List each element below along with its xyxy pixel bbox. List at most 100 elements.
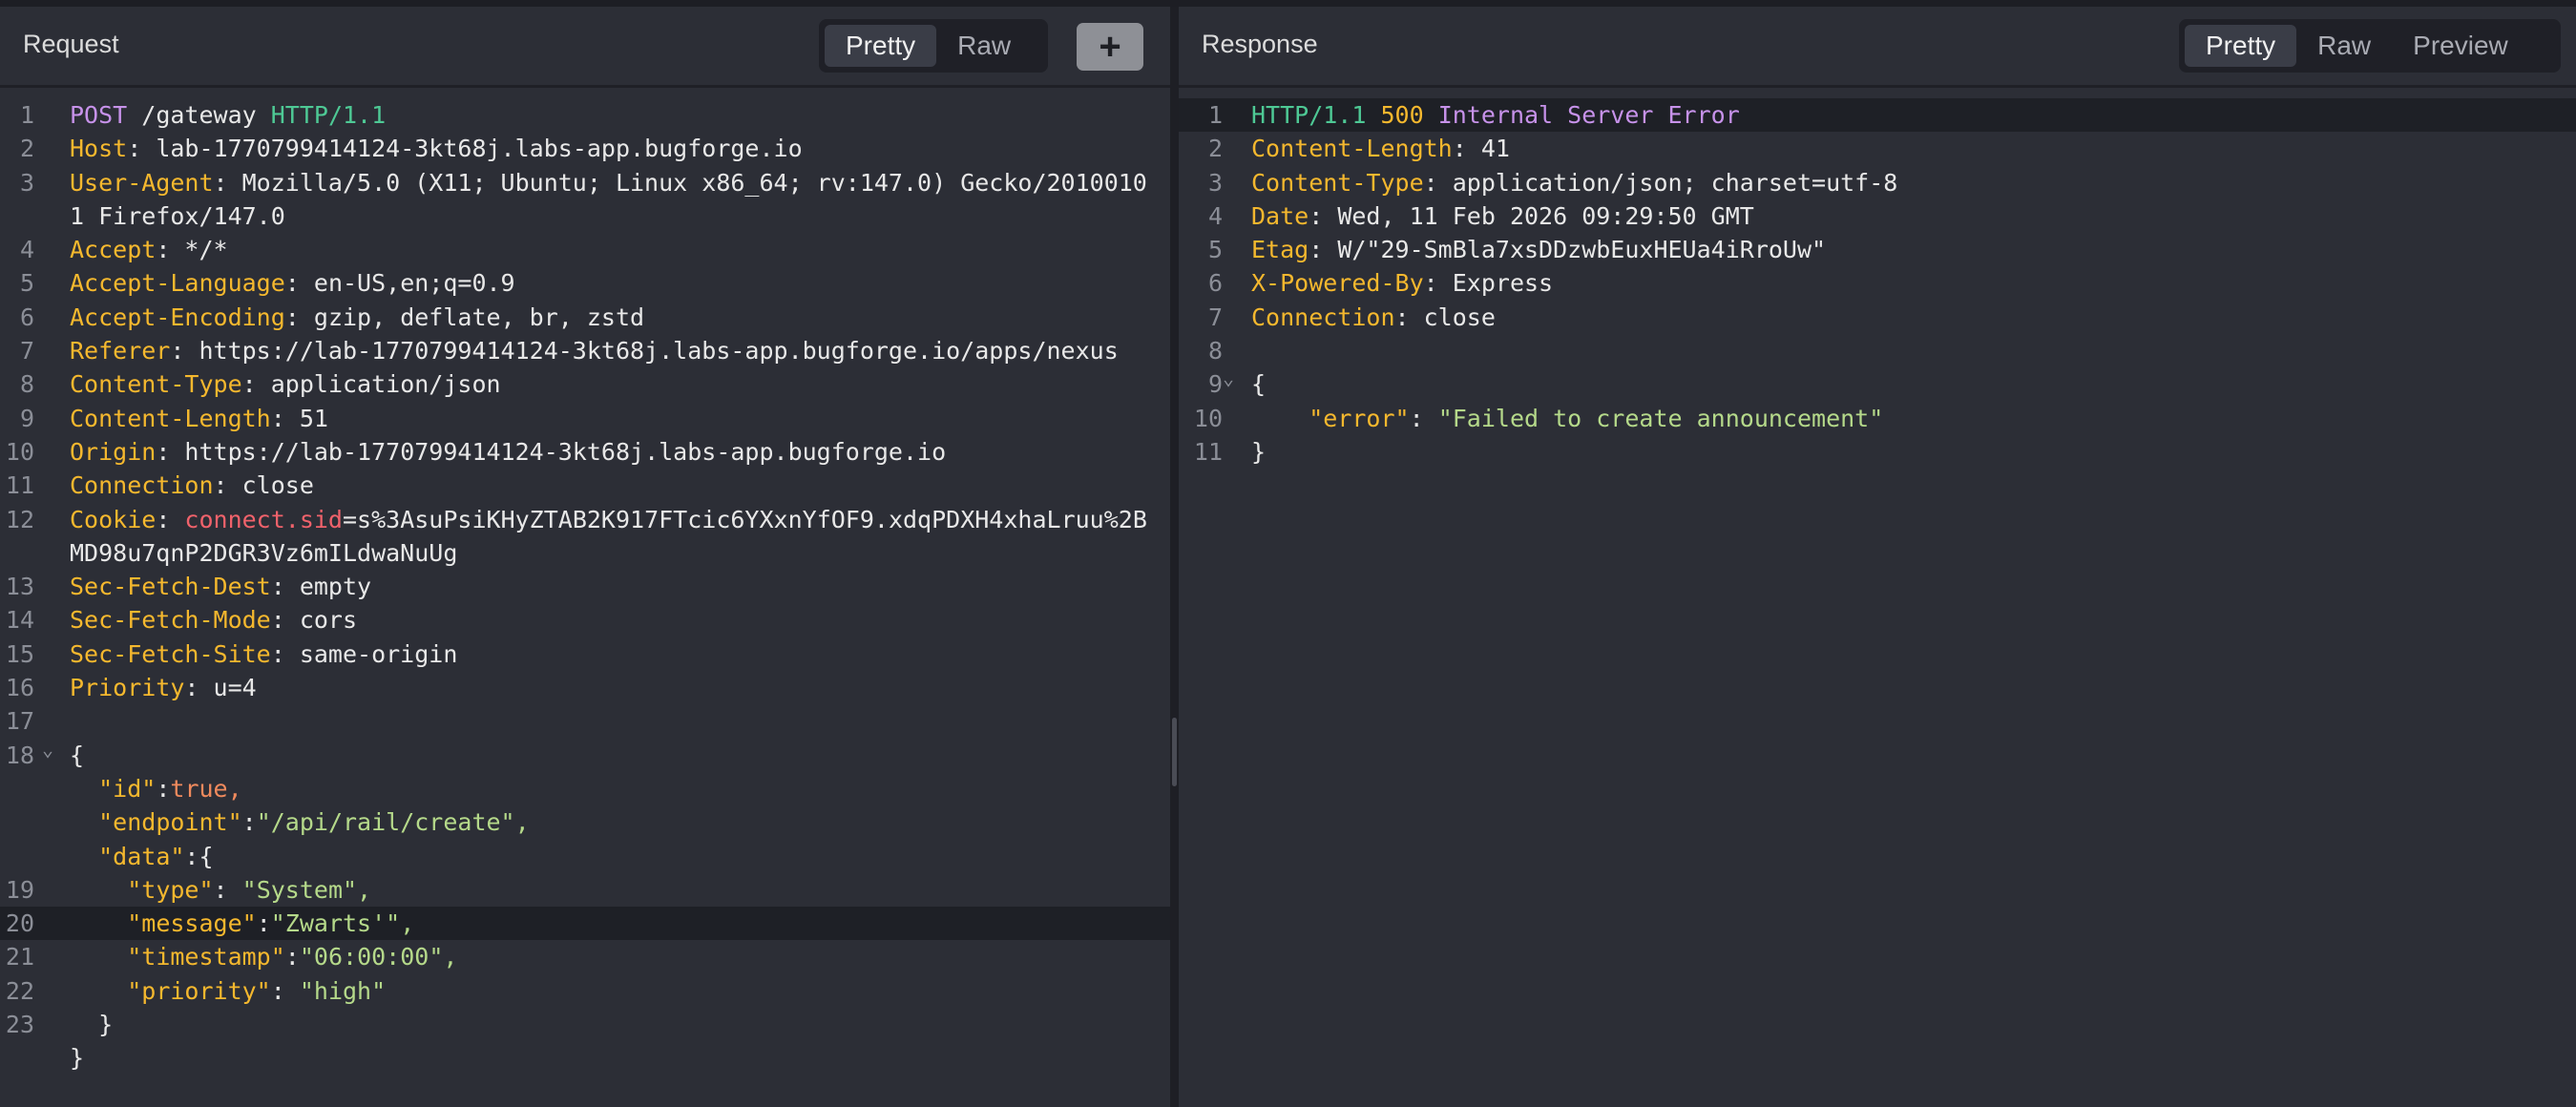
header-name: Content-Length xyxy=(1251,135,1453,163)
response-code-line[interactable]: 8 xyxy=(1179,334,2576,367)
request-code-line[interactable]: 17 xyxy=(0,704,1170,738)
pane-splitter[interactable] xyxy=(1170,7,1179,1107)
header-name: Priority xyxy=(70,674,185,702)
request-code-line[interactable]: 5 Accept-Language: en-US,en;q=0.9 xyxy=(0,266,1170,300)
request-code-line[interactable]: 10 Origin: https://lab-1770799414124-3kt6… xyxy=(0,435,1170,469)
response-view-toggle: Pretty Raw Preview xyxy=(2179,19,2561,73)
request-code-line[interactable]: 14 Sec-Fetch-Mode: cors xyxy=(0,603,1170,637)
request-code-line[interactable]: 1 POST /gateway HTTP/1.1 xyxy=(0,98,1170,132)
header-value: application/json xyxy=(270,370,501,399)
response-tab-pretty[interactable]: Pretty xyxy=(2185,25,2297,67)
header-name: Accept-Encoding xyxy=(70,303,285,331)
response-tab-preview[interactable]: Preview xyxy=(2392,25,2529,67)
json-token: "id" xyxy=(98,774,157,803)
header-name: Sec-Fetch-Dest xyxy=(70,573,271,601)
request-code-line[interactable]: 4 Accept: */* xyxy=(0,233,1170,266)
request-code-line[interactable]: 8 Content-Type: application/json xyxy=(0,367,1170,401)
request-code-line[interactable]: 18 ⌄{ xyxy=(0,738,1170,772)
line-text: Origin: https://lab-1770799414124-3kt68j… xyxy=(70,435,946,469)
request-code-line[interactable]: 9 Content-Length: 51 xyxy=(0,402,1170,435)
request-tab-pretty[interactable]: Pretty xyxy=(825,25,937,67)
line-text: POST /gateway HTTP/1.1 xyxy=(70,98,386,132)
response-code-line[interactable]: 9 ⌄{ xyxy=(1179,366,2576,401)
header-name: Connection xyxy=(1251,303,1395,331)
request-code-line[interactable]: 3 User-Agent: Mozilla/5.0 (X11; Ubuntu; L… xyxy=(0,166,1170,199)
json-token: } xyxy=(98,1011,114,1039)
response-code-line[interactable]: 3 Content-Type: application/json; charset… xyxy=(1179,166,2576,199)
response-code-line[interactable]: 2 Content-Length: 41 xyxy=(1179,132,2576,165)
json-token: true, xyxy=(170,774,242,803)
request-code-line[interactable]: "id":true, xyxy=(0,772,1170,805)
splitter-handle[interactable] xyxy=(1172,718,1177,786)
response-code-line[interactable]: 4 Date: Wed, 11 Feb 2026 09:29:50 GMT xyxy=(1179,199,2576,233)
line-text: Connection: close xyxy=(1251,301,1496,334)
response-code-line[interactable]: 5 Etag: W/"29-SmBla7xsDDzwbEuxHEUa4iRroUw… xyxy=(1179,233,2576,266)
status-reason: Internal Server Error xyxy=(1437,101,1740,129)
response-code-line[interactable]: 11} xyxy=(1179,435,2576,469)
request-view-toggle: Pretty Raw xyxy=(819,19,1048,73)
request-code-line[interactable]: "endpoint":"/api/rail/create", xyxy=(0,805,1170,839)
response-editor[interactable]: 1 HTTP/1.1 500 Internal Server Error 2 Cont… xyxy=(1179,98,2576,469)
response-code-line[interactable]: 6 X-Powered-By: Express xyxy=(1179,266,2576,300)
line-number: 3 xyxy=(19,168,34,197)
header-separator: : xyxy=(1394,303,1424,331)
line-number: 18 xyxy=(5,741,34,769)
request-code-line[interactable]: 2 Host: lab-1770799414124-3kt68j.labs-app… xyxy=(0,132,1170,165)
line-text: "priority": "high" xyxy=(70,974,386,1008)
line-text: Accept-Language: en-US,en;q=0.9 xyxy=(70,266,515,300)
response-code-line[interactable]: 7 Connection: close xyxy=(1179,301,2576,334)
line-number: 8 xyxy=(1207,337,1223,366)
request-tab-raw[interactable]: Raw xyxy=(936,25,1032,67)
header-value: same-origin xyxy=(299,639,458,668)
request-code-line[interactable]: "data":{ xyxy=(0,840,1170,873)
line-number: 5 xyxy=(19,269,34,298)
request-code-line[interactable]: 21 "timestamp":"06:00:00", xyxy=(0,940,1170,973)
request-code-line[interactable]: 19 "type": "System", xyxy=(0,873,1170,907)
header-separator: : xyxy=(241,370,271,399)
request-code-line[interactable]: 13 Sec-Fetch-Dest: empty xyxy=(0,570,1170,603)
line-number: 1 xyxy=(1207,101,1223,129)
json-token: "type" xyxy=(127,875,214,904)
http-version: HTTP/1.1 xyxy=(1251,101,1367,129)
request-code-line[interactable]: 12 Cookie: connect.sid=s%3AsuPsiKHyZTAB2K… xyxy=(0,503,1170,536)
fold-chevron-icon[interactable]: ⌄ xyxy=(1223,362,1234,395)
line-number: 9 xyxy=(1207,370,1223,399)
line-number: 14 xyxy=(5,606,34,635)
line-number: 2 xyxy=(19,135,34,163)
header-name: Content-Type xyxy=(70,370,242,399)
request-code-line[interactable]: 7 Referer: https://lab-1770799414124-3kt6… xyxy=(0,334,1170,367)
response-pane: Response Pretty Raw Preview 1 HTTP/1.1 50… xyxy=(1179,7,2576,1107)
header-value: close xyxy=(241,471,314,500)
request-code-line[interactable]: 22 "priority": "high" xyxy=(0,974,1170,1008)
request-code-line[interactable]: 11 Connection: close xyxy=(0,469,1170,502)
request-code-line[interactable]: 16 Priority: u=4 xyxy=(0,671,1170,704)
header-separator: : xyxy=(284,303,314,331)
request-code-line[interactable]: 15 Sec-Fetch-Site: same-origin xyxy=(0,637,1170,671)
request-code-line[interactable]: 23 } xyxy=(0,1008,1170,1041)
line-text: "type": "System", xyxy=(70,873,371,907)
json-token: "error" xyxy=(1309,404,1410,432)
request-code-line[interactable]: 1 Firefox/147.0 xyxy=(0,199,1170,233)
fold-chevron-icon[interactable]: ⌄ xyxy=(42,733,53,766)
header-separator: : xyxy=(270,404,300,432)
request-code-line[interactable]: MD98u7qnP2DGR3Vz6mILdwaNuUg xyxy=(0,536,1170,570)
response-code-line[interactable]: 10 "error": "Failed to create announceme… xyxy=(1179,402,2576,435)
response-code-line[interactable]: 1 HTTP/1.1 500 Internal Server Error xyxy=(1179,98,2576,133)
request-code-line[interactable]: 6 Accept-Encoding: gzip, deflate, br, zst… xyxy=(0,301,1170,334)
line-text: "timestamp":"06:00:00", xyxy=(70,940,457,973)
header-separator: : xyxy=(270,573,300,601)
request-editor[interactable]: 1 POST /gateway HTTP/1.1 2 Host: lab-177079… xyxy=(0,98,1170,1076)
response-tab-raw[interactable]: Raw xyxy=(2296,25,2392,67)
line-number: 11 xyxy=(1193,437,1223,466)
request-code-line[interactable]: } xyxy=(0,1041,1170,1075)
add-button[interactable]: + xyxy=(1077,23,1143,71)
line-text: X-Powered-By: Express xyxy=(1251,266,1553,300)
line-number: 10 xyxy=(5,437,34,466)
line-text: Sec-Fetch-Dest: empty xyxy=(70,570,371,603)
request-code-line[interactable]: 20 "message":"Zwarts'", xyxy=(0,907,1170,941)
line-number: 7 xyxy=(1207,303,1223,331)
